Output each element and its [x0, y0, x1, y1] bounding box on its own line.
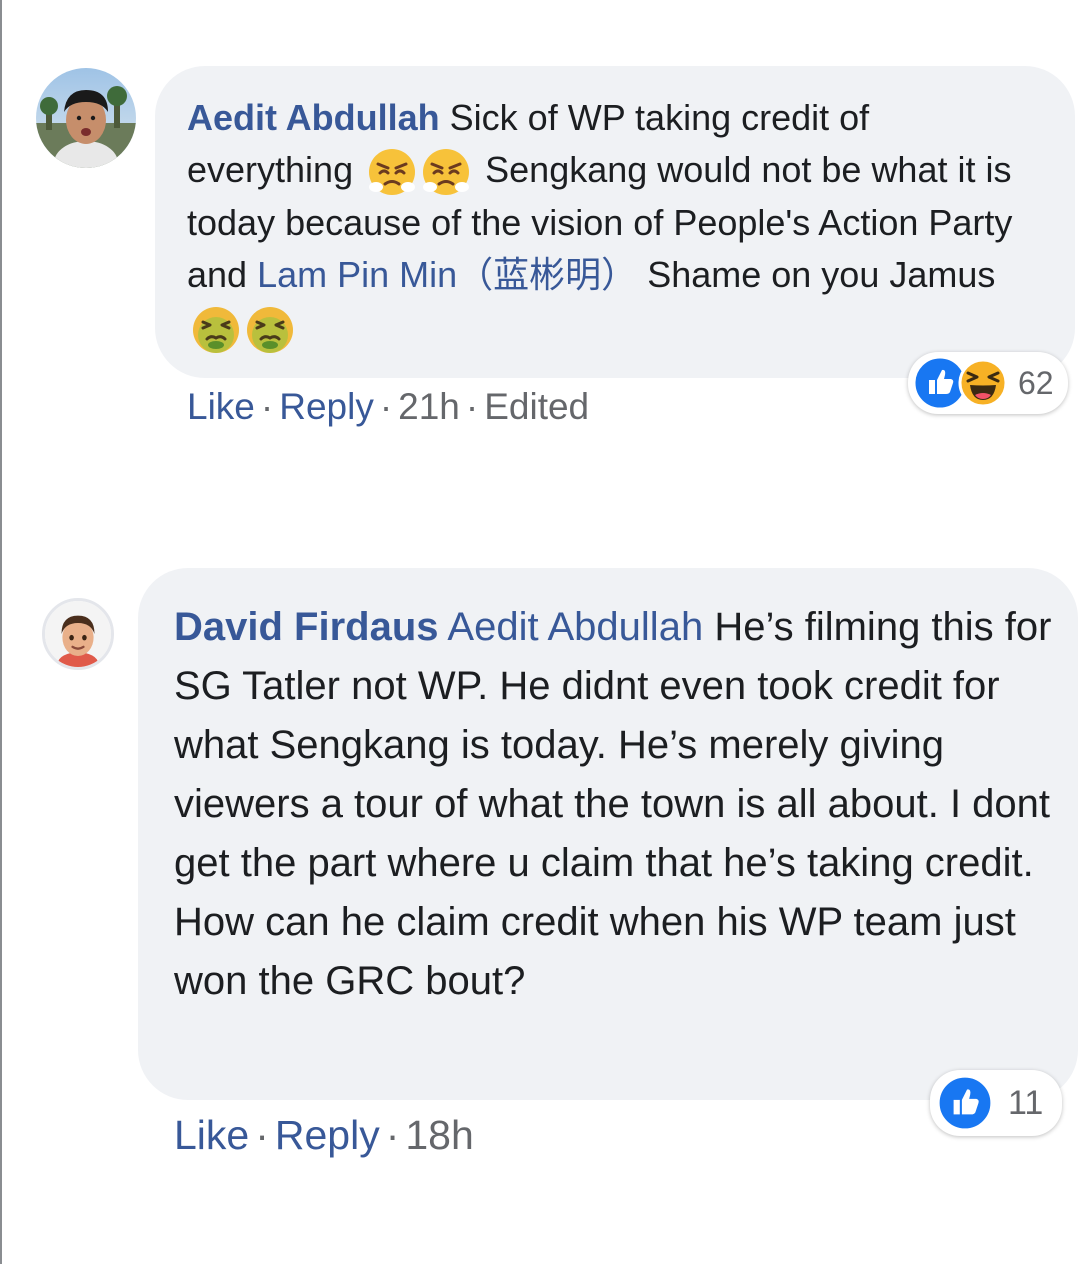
reaction-count: 11: [1008, 1083, 1044, 1122]
boy-selfie-photo-icon: [36, 68, 136, 168]
comment-bubble: Aedit Abdullah Sick of WP taking credit …: [155, 66, 1075, 378]
triumph-face-emoji-icon: [367, 147, 417, 197]
avatar[interactable]: [36, 68, 136, 168]
like-button[interactable]: Like: [174, 1112, 249, 1158]
nauseated-face-emoji-icon: [245, 305, 295, 355]
comment-text: He’s filming this for SG Tatler not WP. …: [174, 605, 1052, 1003]
comment-actions: Like · Reply · 21h · Edited: [187, 383, 589, 431]
like-icon: [936, 1074, 994, 1132]
reaction-count: 62: [1018, 364, 1054, 401]
separator: ·: [385, 1112, 400, 1158]
nauseated-face-emoji-icon: [191, 305, 241, 355]
separator: ·: [379, 386, 393, 427]
separator: ·: [465, 386, 479, 427]
reply-button[interactable]: Reply: [279, 386, 374, 427]
reactions-summary[interactable]: 62: [908, 352, 1068, 414]
comment-body: Aedit Abdullah Sick of WP taking credit …: [187, 92, 1045, 355]
comment-author[interactable]: Aedit Abdullah: [187, 97, 440, 138]
emoji-group: [191, 305, 295, 355]
emoji-group: [367, 147, 471, 197]
comment-text-part: Shame on you Jamus: [647, 254, 996, 296]
edited-label[interactable]: Edited: [484, 386, 589, 427]
comment-actions: Like · Reply · 18h: [174, 1108, 474, 1162]
mention-link[interactable]: Lam Pin Min（蓝彬明）: [257, 254, 637, 295]
memoji-boy-icon: [45, 601, 111, 667]
haha-icon: [958, 358, 1008, 408]
reactions-summary[interactable]: 11: [930, 1070, 1062, 1136]
comment-body: David Firdaus Aedit Abdullah He’s filmin…: [174, 598, 1054, 1011]
like-button[interactable]: Like: [187, 386, 255, 427]
separator: ·: [260, 386, 274, 427]
avatar[interactable]: [42, 598, 114, 670]
comment-bubble: David Firdaus Aedit Abdullah He’s filmin…: [138, 568, 1078, 1100]
timestamp[interactable]: 18h: [405, 1112, 473, 1158]
timestamp[interactable]: 21h: [398, 386, 460, 427]
comment-author[interactable]: David Firdaus: [174, 605, 439, 649]
separator: ·: [255, 1112, 269, 1158]
reply-button[interactable]: Reply: [275, 1112, 380, 1158]
mention-link[interactable]: Aedit Abdullah: [447, 605, 703, 649]
triumph-face-emoji-icon: [421, 147, 471, 197]
